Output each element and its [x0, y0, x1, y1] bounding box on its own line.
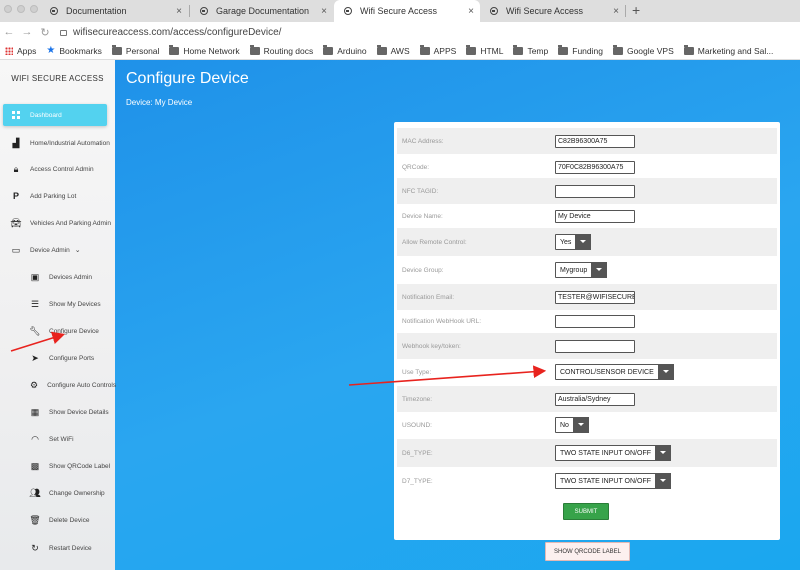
url-field[interactable]: wifisecureaccess.com/access/configureDev… — [73, 27, 281, 38]
browser-tab-bar: Documentation × Garage Documentation × W… — [0, 0, 800, 22]
folder-icon — [323, 44, 334, 55]
bookmark-bookmarks[interactable]: ★ Bookmarks — [46, 45, 101, 56]
reload-icon[interactable]: ↻ — [36, 26, 54, 39]
back-arrow-icon[interactable]: ← — [0, 26, 18, 38]
folder-icon — [169, 44, 180, 55]
bookmark-apps[interactable]: Apps — [0, 46, 36, 56]
folder-icon — [683, 44, 694, 55]
annotation-arrows — [10, 331, 547, 386]
bookmark-apps-folder[interactable]: APPS — [419, 44, 456, 56]
folder-icon — [111, 44, 122, 55]
folder-icon — [466, 44, 477, 55]
tab-garage-documentation[interactable]: Garage Documentation × — [190, 0, 333, 22]
tab-wifi-secure-access[interactable]: Wifi Secure Access × — [480, 0, 625, 22]
bookmark-funding[interactable]: Funding — [558, 44, 603, 56]
tab-favicon-icon — [50, 7, 58, 15]
star-icon: ★ — [46, 45, 56, 56]
tab-documentation[interactable]: Documentation × — [40, 0, 188, 22]
bookmark-google-vps[interactable]: Google VPS — [612, 44, 674, 56]
tab-wifi-secure-access-active[interactable]: Wifi Secure Access × — [334, 0, 480, 22]
lock-icon — [60, 30, 67, 36]
annotation-arrow-use-type — [348, 365, 547, 386]
bookmark-aws[interactable]: AWS — [376, 44, 410, 56]
tab-favicon-icon — [344, 7, 352, 15]
bookmark-home-network[interactable]: Home Network — [169, 44, 240, 56]
bookmark-temp[interactable]: Temp — [513, 44, 548, 56]
window-controls[interactable] — [4, 5, 38, 13]
tab-favicon-icon — [490, 7, 498, 15]
bookmark-html[interactable]: HTML — [466, 44, 503, 56]
folder-icon — [612, 44, 623, 55]
bookmarks-bar: Apps ★ Bookmarks Personal Home Network Ro… — [0, 42, 800, 60]
bookmark-arduino[interactable]: Arduino — [323, 44, 367, 56]
forward-arrow-icon[interactable]: → — [18, 26, 36, 38]
close-tab-icon[interactable]: × — [321, 6, 327, 17]
close-tab-icon[interactable]: × — [176, 6, 182, 17]
bookmark-personal[interactable]: Personal — [111, 44, 159, 56]
tab-favicon-icon — [200, 7, 208, 15]
address-bar: ← → ↻ wifisecureaccess.com/access/config… — [0, 22, 800, 42]
close-tab-icon[interactable]: × — [468, 6, 474, 17]
bookmark-marketing[interactable]: Marketing and Sal... — [683, 44, 773, 56]
folder-icon — [376, 44, 387, 55]
close-tab-icon[interactable]: × — [613, 6, 619, 17]
bookmark-routing-docs[interactable]: Routing docs — [249, 44, 313, 56]
apps-grid-icon — [5, 46, 13, 55]
folder-icon — [513, 44, 524, 55]
new-tab-button[interactable]: + — [632, 2, 640, 18]
page-content: WIFI SECURE ACCESS Dashboard ▟ Home/Indu… — [0, 60, 800, 570]
annotation-arrow-configure-device — [10, 331, 66, 352]
folder-icon — [249, 44, 260, 55]
folder-icon — [419, 44, 430, 55]
folder-icon — [558, 44, 569, 55]
